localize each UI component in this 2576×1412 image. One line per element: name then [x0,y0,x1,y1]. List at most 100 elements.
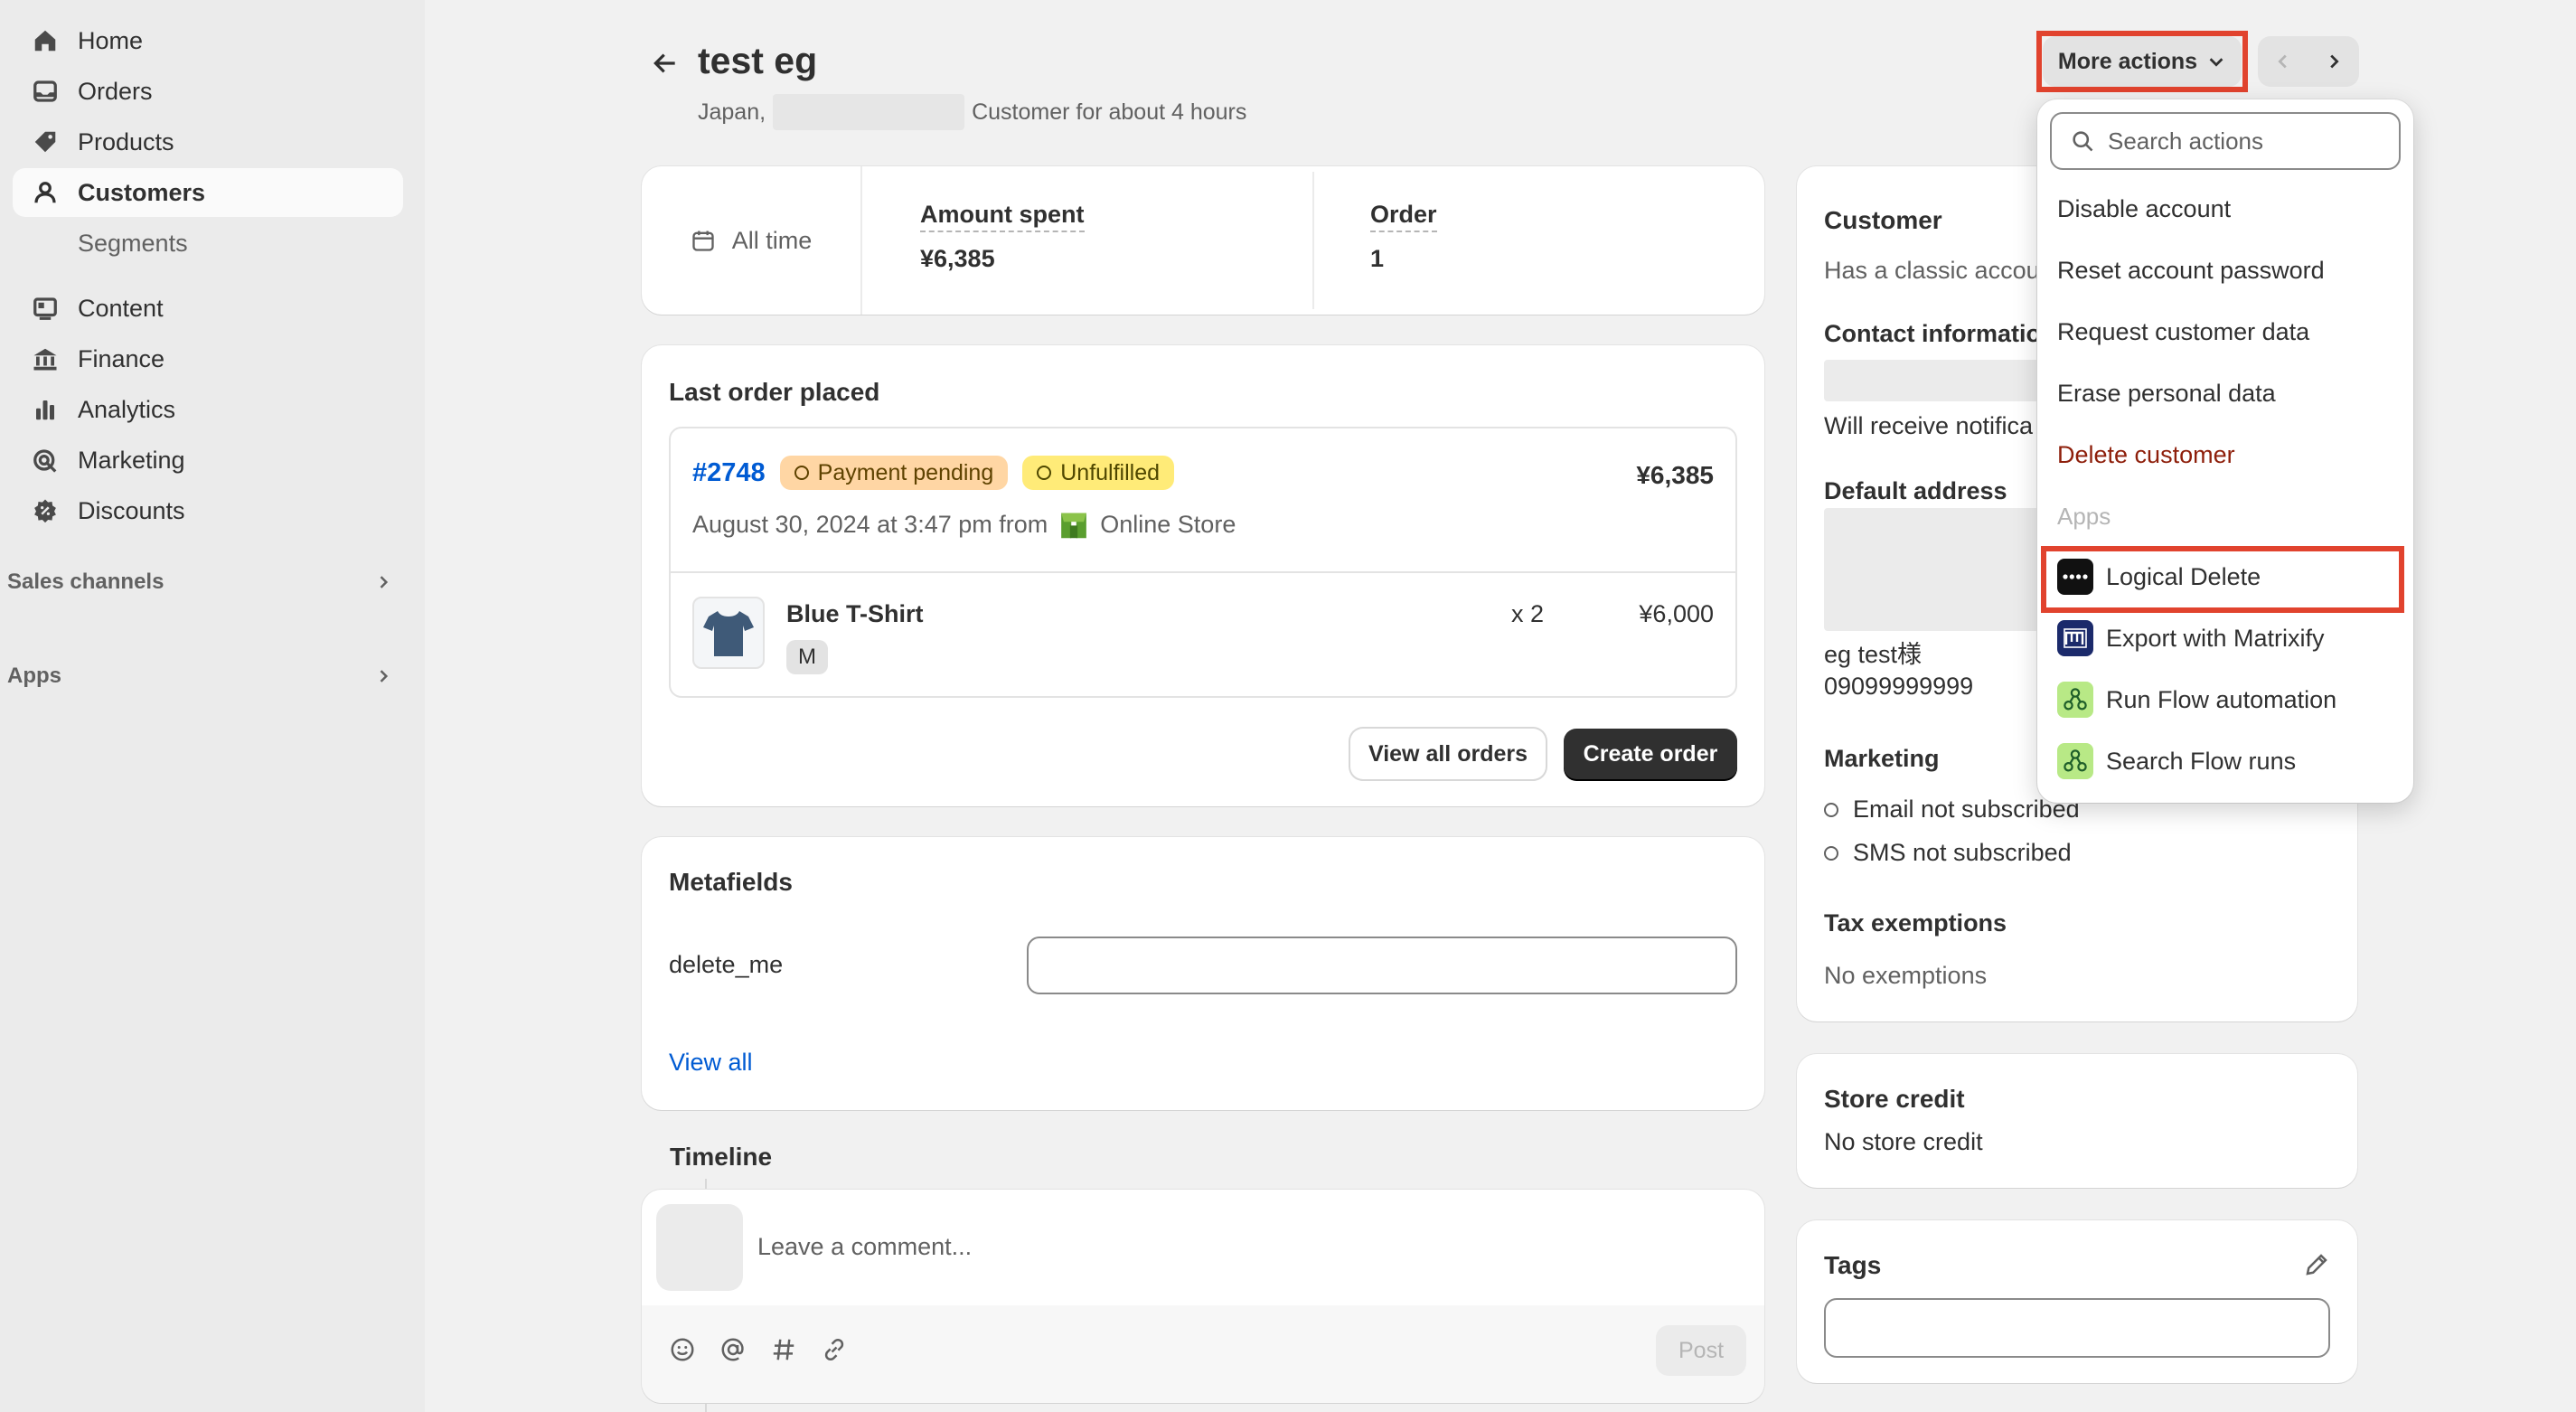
link-icon[interactable] [821,1336,848,1363]
divider [1312,172,1314,309]
menu-item-run-flow[interactable]: Run Flow automation [2057,682,2336,718]
menu-item-erase-data[interactable]: Erase personal data [2057,380,2276,408]
store-credit-title: Store credit [1824,1085,1965,1113]
sidebar-item-label: Discounts [78,496,185,524]
sidebar-section-apps[interactable]: Apps [7,664,405,689]
metafield-input[interactable] [1027,937,1737,994]
chevron-right-icon [374,667,392,685]
flow-app-icon [2057,743,2093,779]
notification-status: Will receive notifica [1824,412,2034,439]
redacted-address [1824,508,2050,631]
previous-customer-button[interactable] [2258,36,2308,87]
last-order-card: Last order placed #2748 Payment pending … [642,345,1764,806]
menu-item-export-matrixify[interactable]: Export with Matrixify [2057,620,2325,656]
tags-input[interactable] [1824,1298,2330,1358]
classic-account-text: Has a classic accou [1824,257,2040,284]
content-icon [13,295,78,322]
sidebar-item-label: Home [78,26,144,54]
sidebar-item-orders[interactable]: Orders [13,67,403,116]
search-actions-input[interactable]: Search actions [2050,112,2401,170]
sidebar-item-content[interactable]: Content [13,284,403,333]
fulfillment-status-badge: Unfulfilled [1022,456,1175,490]
more-actions-button[interactable]: More actions [2043,36,2242,87]
store-credit-card: Store credit No store credit [1797,1054,2357,1188]
comment-input[interactable]: Leave a comment... [757,1233,972,1261]
pencil-icon[interactable] [2303,1251,2330,1278]
order-number-link[interactable]: #2748 [692,458,766,488]
arrow-left-icon [651,49,680,78]
sidebar-item-label: Marketing [78,446,185,474]
sidebar-item-label: Products [78,127,174,155]
tax-exemptions-value: No exemptions [1824,962,1988,989]
home-icon [13,27,78,54]
tags-title: Tags [1824,1251,1882,1279]
sidebar-item-discounts[interactable]: Discounts [13,486,403,535]
metafields-card: Metafields delete_me View all [642,837,1764,1110]
view-all-metafields-link[interactable]: View all [669,1049,753,1077]
product-quantity: x 2 [1511,600,1545,627]
order-header-row: #2748 Payment pending Unfulfilled [692,456,1175,490]
target-icon [13,447,78,474]
product-name[interactable]: Blue T-Shirt [786,600,924,628]
amount-spent-stat: Amount spent ¥6,385 [920,201,1085,273]
sidebar-item-marketing[interactable]: Marketing [13,436,403,485]
sidebar-item-home[interactable]: Home [13,16,403,65]
menu-item-reset-password[interactable]: Reset account password [2057,257,2325,285]
email-marketing-status: Email not subscribed [1824,795,2080,824]
menu-item-logical-delete[interactable]: Logical Delete [2057,559,2261,595]
redacted-email [1824,360,2041,401]
post-button[interactable]: Post [1656,1325,1746,1376]
customer-pager [2258,36,2359,87]
redacted-location [773,94,965,130]
tax-exemptions-title: Tax exemptions [1824,909,2007,937]
logical-delete-app-icon [2057,559,2093,595]
payment-status-badge: Payment pending [779,456,1009,490]
status-dot [1824,802,1838,817]
flow-app-icon [2057,682,2093,718]
sidebar-item-products[interactable]: Products [13,118,403,166]
sidebar-item-segments[interactable]: Segments [78,230,188,258]
back-button[interactable] [644,45,687,81]
product-price: ¥6,000 [1639,600,1714,627]
amount-spent-value: ¥6,385 [920,245,995,272]
next-customer-button[interactable] [2308,36,2359,87]
hashtag-icon[interactable] [770,1336,797,1363]
order-count-value: 1 [1370,245,1385,272]
default-address-title: Default address [1824,477,2007,504]
view-all-orders-button[interactable]: View all orders [1350,729,1546,779]
chevron-down-icon [2206,52,2226,71]
sidebar-section-sales-channels[interactable]: Sales channels [7,570,405,595]
sidebar-item-finance[interactable]: Finance [13,334,403,383]
create-order-button[interactable]: Create order [1564,729,1737,779]
comment-composer: Leave a comment... Post [642,1190,1764,1403]
menu-item-disable-account[interactable]: Disable account [2057,195,2231,223]
badge-label: Payment pending [817,459,994,485]
status-dot [1824,845,1838,861]
divider [671,571,1735,573]
sidebar-item-analytics[interactable]: Analytics [13,385,403,434]
contact-information-title: Contact informatio [1824,320,2041,347]
bar-chart-icon [13,396,78,423]
emoji-icon[interactable] [669,1336,696,1363]
apps-heading: Apps [2057,503,2111,530]
calendar-icon [691,228,716,253]
order-count-stat: Order 1 [1370,201,1437,273]
more-actions-menu: Search actions Disable account Reset acc… [2037,99,2413,803]
mention-icon[interactable] [719,1336,747,1363]
section-label: Sales channels [7,570,165,594]
stats-card: All time Amount spent ¥6,385 Order 1 [642,166,1764,315]
tshirt-icon [703,611,754,656]
menu-item-search-flow-runs[interactable]: Search Flow runs [2057,743,2296,779]
online-store-icon [1058,508,1089,541]
period-selector[interactable]: All time [642,166,862,315]
sidebar-item-customers[interactable]: Customers [13,168,403,217]
last-order-title: Last order placed [669,378,880,406]
menu-item-request-data[interactable]: Request customer data [2057,318,2309,346]
email-status-label: Email not subscribed [1853,795,2080,823]
amount-spent-label: Amount spent [920,201,1085,232]
menu-item-delete-customer[interactable]: Delete customer [2057,441,2235,469]
customer-since: Customer for about 4 hours [972,99,1247,125]
tags-card: Tags [1797,1220,2357,1383]
sms-status-label: SMS not subscribed [1853,839,2072,866]
section-label: Apps [7,664,61,688]
